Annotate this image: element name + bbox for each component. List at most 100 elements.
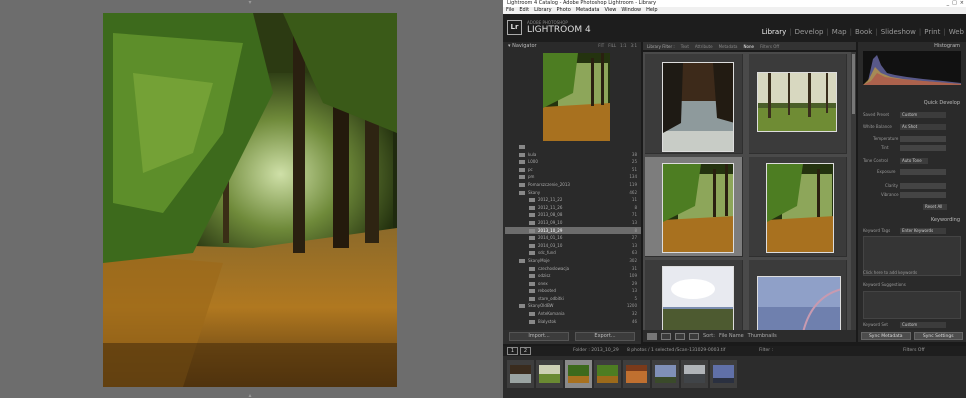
folder-row[interactable] — [505, 143, 641, 151]
exposure-buttons[interactable] — [900, 169, 946, 175]
keyword-set-dropdown[interactable]: Custom — [900, 322, 946, 328]
grid-cell[interactable] — [645, 260, 743, 330]
zoom-1-1[interactable]: 1:1 — [620, 43, 626, 48]
filmstrip-filter-dropdown[interactable]: Filters Off — [903, 348, 925, 353]
grid-cell[interactable] — [749, 260, 847, 330]
filmstrip-thumb[interactable] — [594, 360, 621, 388]
module-book[interactable]: Book — [855, 28, 872, 36]
grid-thumbnail[interactable] — [662, 62, 734, 152]
grid-scrollbar[interactable] — [851, 52, 856, 330]
navigator-header[interactable]: ▾ Navigator — [508, 43, 537, 49]
saved-preset-dropdown[interactable]: Custom — [900, 112, 946, 118]
folder-row[interactable]: odzisz 109 — [505, 272, 641, 280]
folder-row[interactable]: 2012_11_26 8 — [505, 204, 641, 212]
folder-row[interactable]: sdc_fund 63 — [505, 249, 641, 257]
folder-row[interactable]: pm 134 — [505, 173, 641, 181]
loupe-view-button[interactable] — [661, 332, 671, 340]
sort-dropdown[interactable]: File Name — [719, 333, 744, 339]
navigator-preview[interactable] — [543, 53, 610, 141]
filter-attribute[interactable]: Attribute — [695, 44, 713, 49]
folder-row[interactable]: 2013_09_10 13 — [505, 219, 641, 227]
folder-row[interactable]: 2014_03_10 13 — [505, 242, 641, 250]
thumbnails-size-label[interactable]: Thumbnails — [748, 333, 777, 339]
reset-all-button[interactable]: Reset All — [923, 204, 947, 210]
menu-photo[interactable]: Photo — [557, 7, 571, 14]
module-slideshow[interactable]: Slideshow — [881, 28, 916, 36]
module-web[interactable]: Web — [949, 28, 964, 36]
menu-help[interactable]: Help — [646, 7, 657, 14]
grid-thumbnail[interactable] — [757, 72, 837, 132]
grid-cell[interactable] — [645, 54, 743, 154]
grid-thumbnail[interactable] — [757, 276, 841, 330]
menu-view[interactable]: View — [605, 7, 617, 14]
folder-row[interactable]: AnteKomania 32 — [505, 310, 641, 318]
filmstrip-thumb[interactable] — [681, 360, 708, 388]
survey-view-button[interactable] — [689, 332, 699, 340]
grid-cell[interactable] — [749, 54, 847, 154]
zoom-3-1[interactable]: 3:1 — [631, 43, 637, 48]
folder-row[interactable]: stare_odbitki 5 — [505, 295, 641, 303]
module-map[interactable]: Map — [832, 28, 847, 36]
grid-thumbnail[interactable] — [662, 163, 734, 253]
temperature-buttons[interactable] — [900, 136, 946, 142]
sync-metadata-button[interactable]: Sync Metadata — [861, 332, 911, 340]
folder-row[interactable]: SkanyOldBW 1200 — [505, 302, 641, 310]
grid-view-button[interactable] — [647, 332, 657, 340]
filmstrip-thumb[interactable] — [710, 360, 737, 388]
filter-metadata[interactable]: Metadata — [719, 44, 738, 49]
grid-thumbnail[interactable] — [662, 266, 734, 330]
import-button[interactable]: Import... — [509, 332, 569, 341]
page-1-button[interactable]: 1 — [507, 347, 518, 355]
keyword-tags-dropdown[interactable]: Enter Keywords — [900, 228, 946, 234]
folder-row[interactable]: Pomarszczenie_2013 119 — [505, 181, 641, 189]
module-develop[interactable]: Develop — [795, 28, 824, 36]
menu-library[interactable]: Library — [534, 7, 551, 14]
bottom-panel-toggle-icon[interactable]: ▴ — [246, 393, 254, 398]
grid-cell[interactable] — [749, 157, 847, 257]
folder-row[interactable]: pc 51 — [505, 166, 641, 174]
folder-row[interactable]: 2012_11_22 11 — [505, 196, 641, 204]
menu-metadata[interactable]: Metadata — [576, 7, 600, 14]
folder-row[interactable]: 2013_08_08 71 — [505, 211, 641, 219]
folder-row[interactable]: SkanyMoje 302 — [505, 257, 641, 265]
vibrance-buttons[interactable] — [900, 192, 946, 198]
sync-settings-button[interactable]: Sync Settings — [913, 332, 963, 340]
folder-row[interactable]: czechoslowacja 31 — [505, 265, 641, 273]
white-balance-dropdown[interactable]: As Shot — [900, 124, 946, 130]
page-2-button[interactable]: 2 — [520, 347, 531, 355]
folder-row[interactable]: Bialystok 46 — [505, 318, 641, 326]
keyword-suggestions-grid[interactable] — [863, 291, 961, 319]
maximize-button[interactable]: □ — [952, 0, 957, 7]
folder-row[interactable]: 2014_01_16 27 — [505, 234, 641, 242]
clarity-buttons[interactable] — [900, 183, 946, 189]
menu-file[interactable]: File — [506, 7, 514, 14]
filmstrip-thumb[interactable] — [652, 360, 679, 388]
tint-buttons[interactable] — [900, 145, 946, 151]
filters-off-dropdown[interactable]: Filters Off — [760, 44, 779, 49]
folder-row[interactable]: Skany 462 — [505, 189, 641, 197]
click-to-add-keywords-label[interactable]: Click here to add keywords — [863, 270, 917, 275]
zoom-fit[interactable]: FIT — [598, 43, 604, 48]
folder-row[interactable]: rebooted 13 — [505, 287, 641, 295]
minimize-button[interactable]: _ — [947, 0, 950, 7]
quick-develop-header[interactable]: Quick Develop — [924, 100, 960, 106]
top-panel-toggle-icon[interactable]: ▾ — [246, 0, 254, 6]
filter-text[interactable]: Text — [681, 44, 689, 49]
filmstrip-thumb[interactable] — [536, 360, 563, 388]
close-button[interactable]: × — [960, 0, 964, 7]
grid-thumbnail[interactable] — [766, 163, 834, 253]
menu-window[interactable]: Window — [621, 7, 641, 14]
keywording-header[interactable]: Keywording — [931, 217, 960, 223]
filmstrip-thumb-selected[interactable] — [565, 360, 592, 388]
filmstrip-thumb[interactable] — [507, 360, 534, 388]
export-button[interactable]: Export... — [575, 332, 635, 341]
grid-cell-selected[interactable] — [645, 157, 743, 257]
histogram-header[interactable]: Histogram — [934, 43, 960, 49]
module-print[interactable]: Print — [924, 28, 940, 36]
zoom-fill[interactable]: FILL — [608, 43, 616, 48]
scrollbar-thumb[interactable] — [852, 54, 855, 114]
folder-row[interactable]: kula 38 — [505, 151, 641, 159]
filmstrip-thumb[interactable] — [623, 360, 650, 388]
folder-row[interactable]: L000 25 — [505, 158, 641, 166]
auto-tone-button[interactable]: Auto Tone — [900, 158, 928, 164]
